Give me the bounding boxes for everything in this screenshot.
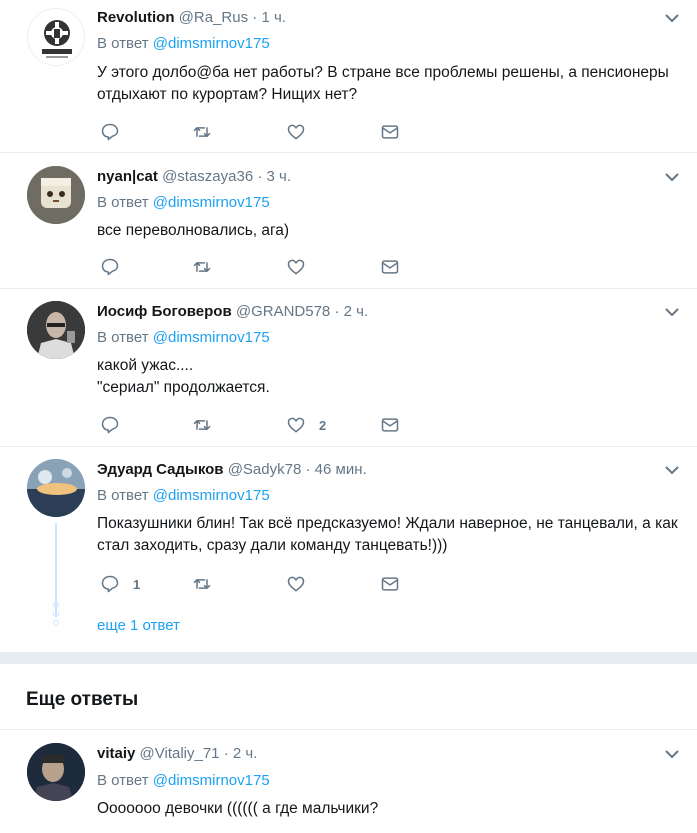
tweet-header: Иосиф Боговеров @GRAND578 · 2 ч. (97, 303, 369, 320)
heart-icon (287, 417, 305, 433)
tweet[interactable]: nyan|cat @staszaya36 · 3 ч. В ответ @dim… (0, 153, 697, 288)
reply-mention[interactable]: @dimsmirnov175 (153, 487, 270, 504)
author-handle[interactable]: @Sadyk78 (228, 461, 302, 478)
reply-button[interactable]: 1 (100, 573, 140, 595)
author-name[interactable]: vitaiy (97, 745, 135, 762)
like-button[interactable] (286, 121, 319, 143)
tweet[interactable]: vitaiy @Vitaliy_71 · 2 ч. В ответ @dimsm… (0, 730, 697, 833)
chevron-down-icon[interactable] (665, 307, 679, 317)
reply-mention[interactable]: @dimsmirnov175 (153, 35, 270, 52)
section-title: Еще ответы (26, 689, 139, 710)
retweet-icon (193, 420, 211, 430)
reply-icon (101, 258, 119, 276)
reply-icon (101, 123, 119, 141)
chevron-down-icon[interactable] (665, 13, 679, 23)
retweet-button[interactable] (192, 121, 212, 143)
reply-icon (101, 575, 119, 593)
reply-count: 1 (133, 576, 141, 592)
chevron-down-icon[interactable] (665, 465, 679, 475)
timestamp[interactable]: 46 мин. (315, 461, 367, 478)
like-count: 2 (319, 417, 327, 433)
retweet-button[interactable] (192, 414, 212, 436)
reply-prefix: В ответ (97, 329, 149, 346)
message-button[interactable] (380, 256, 400, 278)
tweet-text: Показушники блин! Так всё предсказуемо! … (97, 515, 678, 554)
reply-to: В ответ @dimsmirnov175 (97, 35, 270, 52)
reply-prefix: В ответ (97, 487, 149, 504)
tweet[interactable]: Иосиф Боговеров @GRAND578 · 2 ч. В ответ… (0, 289, 697, 446)
author-handle[interactable]: @GRAND578 (236, 303, 330, 320)
reply-mention[interactable]: @dimsmirnov175 (153, 194, 270, 211)
like-button[interactable]: 2 (286, 414, 326, 436)
section-separator (0, 652, 697, 664)
retweet-icon (193, 579, 211, 589)
timestamp[interactable]: 2 ч. (233, 745, 258, 762)
reply-prefix: В ответ (97, 35, 149, 52)
reply-prefix: В ответ (97, 194, 149, 211)
retweet-icon (193, 262, 211, 272)
reply-to: В ответ @dimsmirnov175 (97, 329, 270, 346)
reply-mention[interactable]: @dimsmirnov175 (153, 772, 270, 789)
tweet[interactable]: Revolution @Ra_Rus · 1 ч. В ответ @dimsm… (0, 0, 697, 152)
tweet-header: nyan|cat @staszaya36 · 3 ч. (97, 168, 292, 185)
author-name[interactable]: Revolution (97, 9, 175, 26)
author-name[interactable]: Иосиф Боговеров (97, 303, 232, 320)
reply-prefix: В ответ (97, 772, 149, 789)
heart-icon (287, 259, 305, 275)
show-more-replies-link[interactable]: еще 1 ответ (97, 617, 180, 634)
retweet-button[interactable] (192, 256, 212, 278)
envelope-icon (381, 260, 399, 274)
tweet-text: Ооооооо девочки (((((( а где мальчики? (97, 800, 379, 817)
tweet-text: все переволновались, ага) (97, 222, 290, 239)
retweet-button[interactable] (192, 573, 212, 595)
envelope-icon (381, 125, 399, 139)
avatar[interactable] (27, 8, 85, 66)
reply-to: В ответ @dimsmirnov175 (97, 772, 270, 789)
author-handle[interactable]: @Ra_Rus (179, 9, 248, 26)
reply-to: В ответ @dimsmirnov175 (97, 194, 270, 211)
reply-to: В ответ @dimsmirnov175 (97, 487, 270, 504)
avatar[interactable] (27, 743, 85, 801)
reply-button[interactable] (100, 256, 133, 278)
tweet-header: vitaiy @Vitaliy_71 · 2 ч. (97, 745, 258, 762)
tweet-actions: 2 (100, 414, 420, 436)
thread-dots (51, 602, 61, 626)
chevron-down-icon[interactable] (665, 172, 679, 182)
tweet[interactable]: Эдуард Садыков @Sadyk78 · 46 мин. В отве… (0, 447, 697, 652)
message-button[interactable] (380, 573, 400, 595)
avatar[interactable] (27, 166, 85, 224)
tweet-header: Эдуард Садыков @Sadyk78 · 46 мин. (97, 461, 367, 478)
author-handle[interactable]: @staszaya36 (162, 168, 253, 185)
reply-icon (101, 416, 119, 434)
like-button[interactable] (286, 256, 319, 278)
heart-icon (287, 124, 305, 140)
reply-button[interactable] (100, 121, 133, 143)
envelope-icon (381, 418, 399, 432)
chevron-down-icon[interactable] (665, 749, 679, 759)
reply-mention[interactable]: @dimsmirnov175 (153, 329, 270, 346)
timestamp[interactable]: 2 ч. (344, 303, 369, 320)
timestamp[interactable]: 1 ч. (261, 9, 286, 26)
message-button[interactable] (380, 121, 400, 143)
tweet-text: У этого долбо@ба нет работы? В стране вс… (97, 64, 669, 103)
avatar[interactable] (27, 301, 85, 359)
tweet-header: Revolution @Ra_Rus · 1 ч. (97, 9, 286, 26)
author-handle[interactable]: @Vitaliy_71 (140, 745, 220, 762)
heart-icon (287, 576, 305, 592)
retweet-icon (193, 127, 211, 137)
reply-button[interactable] (100, 414, 133, 436)
like-button[interactable] (286, 573, 319, 595)
tweet-actions: 1 (100, 573, 420, 595)
tweet-text: какой ужас.... "сериал" продолжается. (97, 357, 270, 396)
timestamp[interactable]: 3 ч. (267, 168, 292, 185)
avatar[interactable] (27, 459, 85, 517)
message-button[interactable] (380, 414, 400, 436)
author-name[interactable]: Эдуард Садыков (97, 461, 224, 478)
author-name[interactable]: nyan|cat (97, 168, 158, 185)
tweet-actions (100, 256, 420, 278)
envelope-icon (381, 577, 399, 591)
tweet-actions (100, 121, 420, 143)
